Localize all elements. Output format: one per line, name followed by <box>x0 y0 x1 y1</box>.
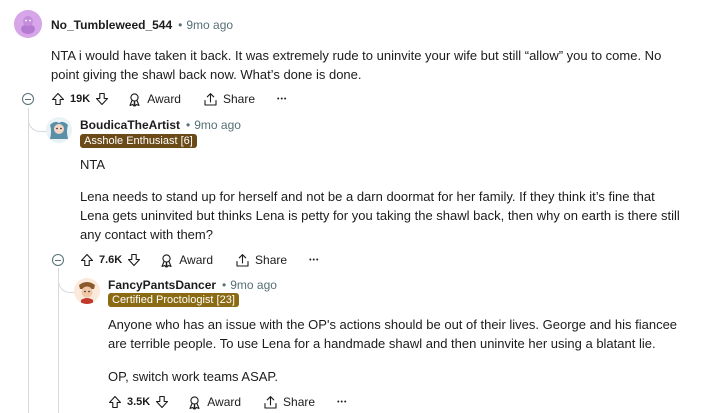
comment-author[interactable]: No_Tumbleweed_544 <box>51 18 172 32</box>
award-button[interactable]: Award <box>159 253 213 268</box>
vote-group: 19K <box>51 92 109 106</box>
share-label: Share <box>283 395 316 409</box>
award-icon <box>161 253 172 268</box>
vote-count: 19K <box>70 93 91 105</box>
more-options-icon: ••• <box>277 95 288 103</box>
comment-author[interactable]: BoudicaTheArtist <box>80 118 180 132</box>
upvote-icon <box>80 253 94 267</box>
share-button[interactable]: Share <box>235 253 287 268</box>
upvote-button[interactable] <box>51 92 65 106</box>
share-button[interactable]: Share <box>263 395 315 410</box>
downvote-icon <box>128 253 141 267</box>
collapse-thread-button[interactable] <box>22 93 34 105</box>
downvote-button[interactable] <box>95 92 109 106</box>
snoo-avatar-icon <box>46 117 72 143</box>
share-icon <box>204 92 217 106</box>
comment-meta: BoudicaTheArtist • 9mo ago <box>80 118 241 132</box>
vote-count: 3.5K <box>127 396 151 408</box>
comment-body: NTA <box>80 157 106 172</box>
avatar[interactable] <box>74 278 100 304</box>
vote-group: 7.6K <box>80 253 141 267</box>
comment-body: OP, switch work teams ASAP. <box>108 369 279 384</box>
snoo-avatar-icon <box>14 10 42 38</box>
comment-timestamp[interactable]: 9mo ago <box>194 118 241 132</box>
thread-line <box>28 108 29 413</box>
share-label: Share <box>255 253 288 267</box>
comment-body: NTA i would have taken it back. It was e… <box>51 48 662 82</box>
comment-timestamp[interactable]: 9mo ago <box>186 18 233 32</box>
award-label: Award <box>147 92 181 106</box>
award-icon <box>129 92 140 107</box>
upvote-icon <box>108 395 122 409</box>
downvote-icon <box>156 395 169 409</box>
more-options-button[interactable]: ••• <box>337 399 347 406</box>
upvote-icon <box>51 92 65 106</box>
comment-meta: No_Tumbleweed_544 • 9mo ago <box>51 18 233 32</box>
more-options-button[interactable]: ••• <box>277 96 287 103</box>
comment-body: Lena needs to stand up for herself and n… <box>80 189 680 242</box>
comment-author[interactable]: FancyPantsDancer <box>108 278 216 292</box>
snoo-avatar-icon <box>74 278 100 304</box>
award-icon <box>189 395 200 410</box>
award-button[interactable]: Award <box>187 395 241 410</box>
comment-actions: 3.5K Award Share ••• <box>108 391 359 413</box>
share-button[interactable]: Share <box>203 92 255 107</box>
share-label: Share <box>222 92 256 106</box>
avatar[interactable] <box>46 117 72 143</box>
meta-separator: • <box>178 18 183 32</box>
vote-count: 7.6K <box>99 254 123 266</box>
user-flair[interactable]: Asshole Enthusiast [6] <box>80 134 197 148</box>
award-label: Award <box>207 395 242 409</box>
vote-group: 3.5K <box>108 395 169 409</box>
more-options-icon: ••• <box>309 256 320 264</box>
comment-body: Anyone who has an issue with the OP's ac… <box>108 317 678 351</box>
upvote-button[interactable] <box>80 253 94 267</box>
meta-separator: • <box>186 118 191 132</box>
downvote-button[interactable] <box>155 395 169 409</box>
meta-separator: • <box>222 278 227 292</box>
avatar[interactable] <box>14 10 42 38</box>
share-icon <box>236 253 249 267</box>
comment-timestamp[interactable]: 9mo ago <box>230 278 277 292</box>
comment-actions: 19K Award Share ••• <box>51 88 299 110</box>
share-icon <box>264 395 277 409</box>
more-options-icon: ••• <box>337 398 348 406</box>
upvote-button[interactable] <box>108 395 122 409</box>
user-flair[interactable]: Certified Proctologist [23] <box>108 293 239 307</box>
downvote-icon <box>96 92 109 106</box>
thread-line <box>58 268 59 413</box>
collapse-thread-button[interactable] <box>52 254 64 266</box>
comment-meta: FancyPantsDancer • 9mo ago <box>108 278 277 292</box>
downvote-button[interactable] <box>127 253 141 267</box>
comment-actions: 7.6K Award Share ••• <box>80 249 331 271</box>
thread-connector <box>58 272 75 293</box>
more-options-button[interactable]: ••• <box>309 257 319 264</box>
award-button[interactable]: Award <box>127 92 181 107</box>
thread-connector <box>28 111 47 132</box>
award-label: Award <box>179 253 214 267</box>
